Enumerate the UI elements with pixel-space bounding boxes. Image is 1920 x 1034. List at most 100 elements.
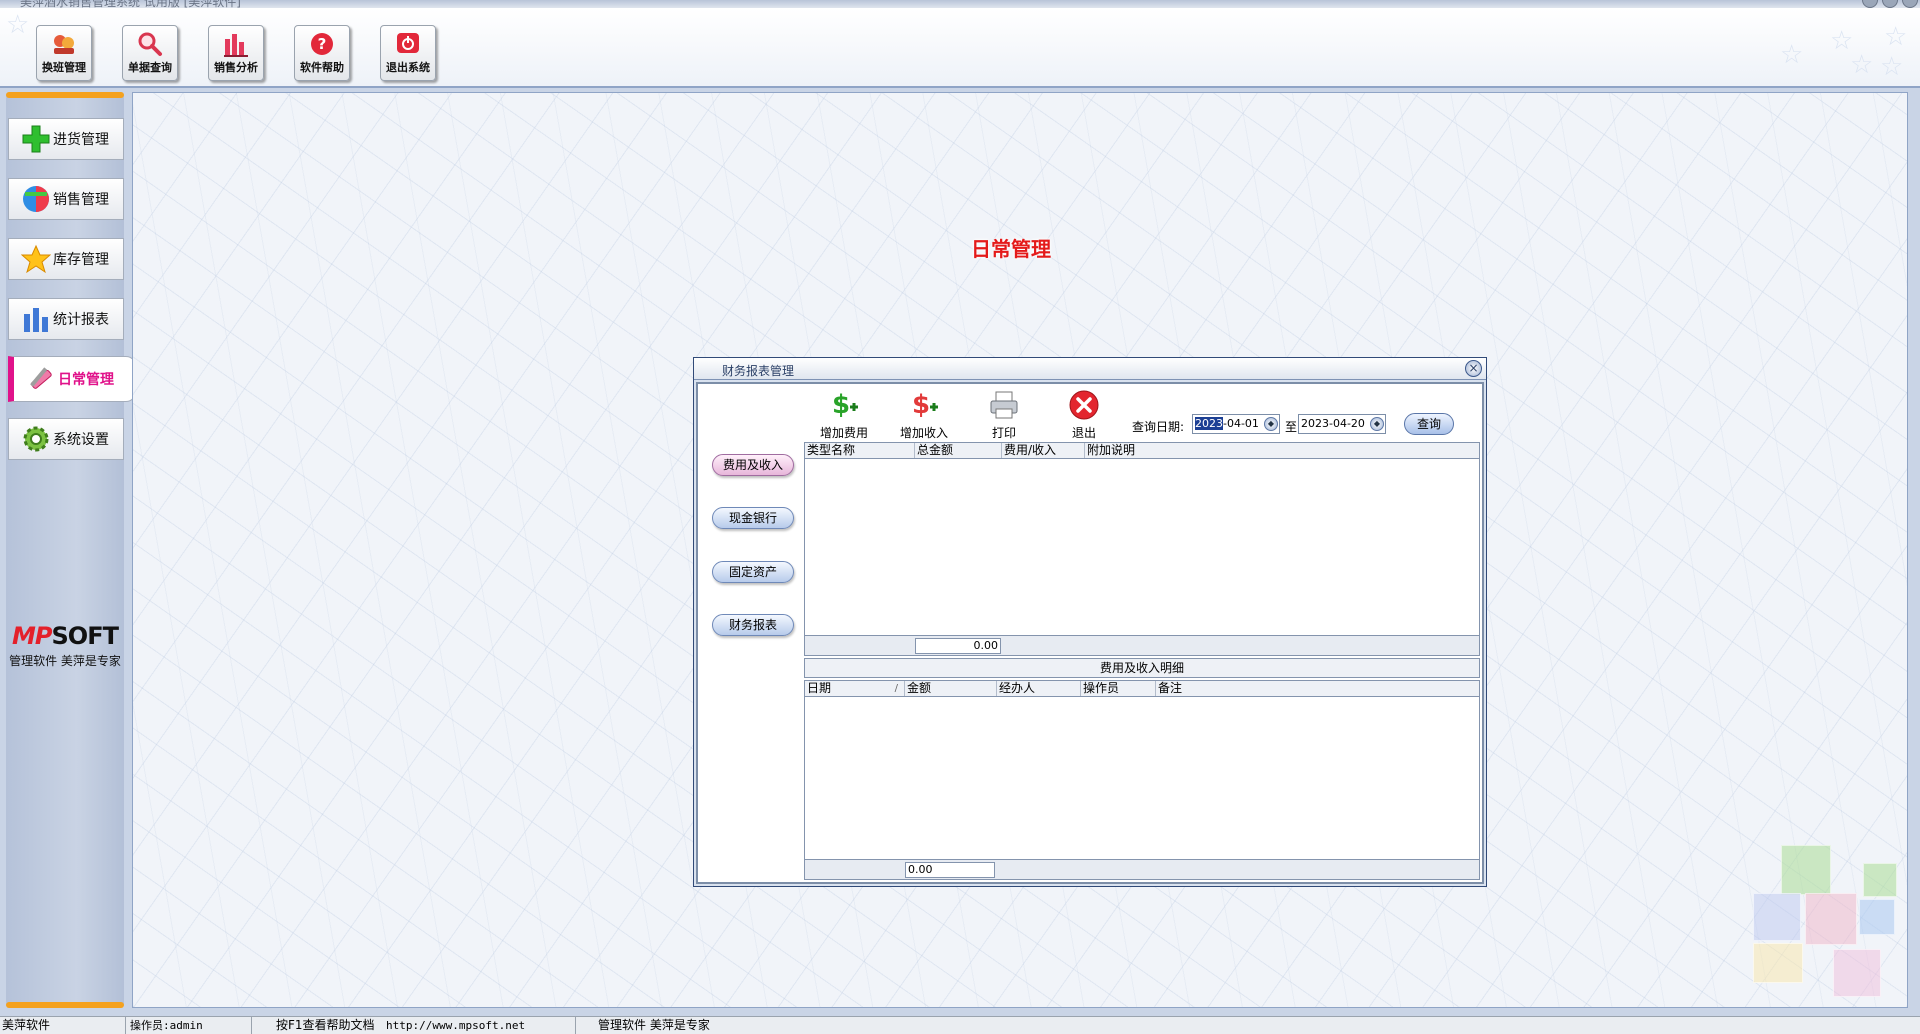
query-button[interactable]: 查询 xyxy=(1404,413,1454,435)
dialog-title: 财务报表管理 xyxy=(722,364,795,378)
print-label: 打印 xyxy=(991,426,1016,440)
sidebar-item-sales[interactable]: 销售管理 xyxy=(8,178,124,220)
bar-chart-icon xyxy=(21,304,51,334)
close-window-icon[interactable] xyxy=(1902,0,1918,8)
add-expense-button[interactable]: $ 增加费用 xyxy=(816,388,872,442)
tools-icon xyxy=(26,364,56,394)
exit-system-button[interactable]: 退出系统 xyxy=(380,25,436,81)
date-spinner-icon[interactable]: ◆ xyxy=(1264,417,1278,431)
summary-grid[interactable]: 类型名称 总金额 费用/收入 附加说明 0.00 xyxy=(804,442,1480,656)
sort-indicator-icon: / xyxy=(894,683,898,694)
column-header[interactable]: 备注 xyxy=(1156,681,1479,696)
help-icon: ? xyxy=(307,31,337,57)
status-help: 按F1查看帮助文档 xyxy=(276,1018,375,1032)
exit-dialog-label: 退出 xyxy=(1071,426,1096,440)
power-icon xyxy=(393,31,423,57)
column-header[interactable]: 类型名称 xyxy=(805,443,915,458)
column-header[interactable]: 金额 xyxy=(905,681,997,696)
finance-report-dialog: 财务报表管理 × $ 增加费用 $ 增加收入 打印 退出 查询日期: 2023-… xyxy=(693,357,1487,887)
detail-grid[interactable]: 日期 / 金额 经办人 操作员 备注 0.00 xyxy=(804,680,1480,880)
magnifier-icon xyxy=(135,31,165,57)
sidebar-item-settings[interactable]: 系统设置 xyxy=(8,418,124,460)
bar-chart-icon xyxy=(221,31,251,57)
minimize-icon[interactable] xyxy=(1862,0,1878,8)
close-icon[interactable]: × xyxy=(1465,360,1482,377)
fixed-assets-button[interactable]: 固定资产 xyxy=(712,561,794,583)
end-date-value: 2023-04-20 xyxy=(1301,417,1365,430)
column-header[interactable]: 总金额 xyxy=(915,443,1002,458)
window-title: 美萍酒水销售管理系统 试用版 [美萍软件] xyxy=(20,0,241,8)
sales-analysis-button[interactable]: 销售分析 xyxy=(208,25,264,81)
summary-grid-header: 类型名称 总金额 费用/收入 附加说明 xyxy=(805,443,1479,459)
sidebar-top-accent xyxy=(6,92,124,98)
window-title-bar: 美萍酒水销售管理系统 试用版 [美萍软件] xyxy=(0,0,1920,8)
section-title: 日常管理 xyxy=(971,237,1051,261)
document-query-button[interactable]: 单据查询 xyxy=(122,25,178,81)
add-expense-label: 增加费用 xyxy=(819,426,868,440)
detail-grid-header: 日期 / 金额 经办人 操作员 备注 xyxy=(805,681,1479,697)
sidebar-item-label: 销售管理 xyxy=(53,192,109,208)
column-header[interactable]: 经办人 xyxy=(997,681,1081,696)
cash-bank-button[interactable]: 现金银行 xyxy=(712,507,794,529)
globe-icon xyxy=(21,184,51,214)
status-slogan: 管理软件 美萍是专家 xyxy=(598,1018,710,1032)
money-income-icon: $ xyxy=(907,388,941,422)
detail-total: 0.00 xyxy=(905,862,995,878)
mpsoft-logo: MPSOFT xyxy=(12,622,119,650)
sidebar: 进货管理 销售管理 库存管理 统计报表 日常管理 系统设置 MPSOFT 管理软… xyxy=(6,92,136,1008)
main-workspace: 日常管理 财务报表管理 × $ 增加费用 $ 增加收入 打印 退出 查询日期: … xyxy=(132,92,1908,1008)
plus-icon xyxy=(21,124,51,154)
detail-section-title: 费用及收入明细 xyxy=(804,658,1480,678)
status-bar: 美萍软件 操作员:admin 按F1查看帮助文档 http://www.mpso… xyxy=(0,1016,1920,1034)
status-url[interactable]: http://www.mpsoft.net xyxy=(384,1017,576,1034)
document-query-label: 单据查询 xyxy=(128,61,172,74)
detail-grid-footer: 0.00 xyxy=(805,859,1479,879)
main-toolbar: ☆ ☆ ☆ ☆ ☆ ☆ 换班管理 单据查询 销售分析 ? 软件帮助 退出系统 xyxy=(0,8,1920,88)
end-date-input[interactable]: 2023-04-20 ◆ xyxy=(1298,414,1386,434)
svg-text:$: $ xyxy=(912,390,930,420)
sidebar-item-label: 系统设置 xyxy=(53,432,109,448)
sidebar-item-reports[interactable]: 统计报表 xyxy=(8,298,124,340)
summary-grid-footer: 0.00 xyxy=(805,635,1479,655)
print-button[interactable]: 打印 xyxy=(976,388,1032,442)
printer-icon xyxy=(987,388,1021,422)
sidebar-item-label: 进货管理 xyxy=(53,132,109,148)
close-red-icon xyxy=(1067,388,1101,422)
column-header[interactable]: 费用/收入 xyxy=(1002,443,1085,458)
sidebar-item-label: 统计报表 xyxy=(53,312,109,328)
sidebar-item-label: 日常管理 xyxy=(58,372,114,388)
dialog-title-bar[interactable]: 财务报表管理 × xyxy=(694,358,1486,380)
column-header[interactable]: 日期 / xyxy=(805,681,905,696)
start-date-input[interactable]: 2023-04-01 ◆ xyxy=(1192,414,1280,434)
star-decoration-icon: ☆ xyxy=(1884,22,1908,52)
add-income-button[interactable]: $ 增加收入 xyxy=(896,388,952,442)
maximize-icon[interactable] xyxy=(1882,0,1898,8)
sidebar-item-purchase[interactable]: 进货管理 xyxy=(8,118,124,160)
star-decoration-icon: ☆ xyxy=(6,10,30,40)
shift-management-label: 换班管理 xyxy=(42,61,86,74)
software-help-button[interactable]: ? 软件帮助 xyxy=(294,25,350,81)
status-company: 美萍软件 xyxy=(0,1017,126,1034)
summary-total: 0.00 xyxy=(915,638,1001,654)
status-operator: 操作员:admin xyxy=(128,1017,252,1034)
column-header[interactable]: 附加说明 xyxy=(1085,443,1479,458)
sidebar-item-inventory[interactable]: 库存管理 xyxy=(8,238,124,280)
date-spinner-icon[interactable]: ◆ xyxy=(1370,417,1384,431)
svg-text:?: ? xyxy=(318,35,327,53)
shift-icon xyxy=(49,31,79,57)
brand-logo: MPSOFT 管理软件 美萍是专家 xyxy=(6,622,124,669)
star-decoration-icon: ☆ xyxy=(1780,40,1804,70)
star-icon xyxy=(21,244,51,274)
star-decoration-icon: ☆ xyxy=(1850,50,1874,80)
dialog-body: $ 增加费用 $ 增加收入 打印 退出 查询日期: 2023-04-01 ◆ 至… xyxy=(696,382,1484,884)
date-to-label: 至 xyxy=(1285,420,1298,434)
expense-income-button[interactable]: 费用及收入 xyxy=(712,454,794,476)
software-help-label: 软件帮助 xyxy=(300,61,344,74)
star-decoration-icon: ☆ xyxy=(1880,52,1904,82)
column-header[interactable]: 操作员 xyxy=(1081,681,1156,696)
sidebar-item-daily[interactable]: 日常管理 xyxy=(8,356,136,402)
exit-dialog-button[interactable]: 退出 xyxy=(1056,388,1112,442)
financial-report-button[interactable]: 财务报表 xyxy=(712,614,794,636)
shift-management-button[interactable]: 换班管理 xyxy=(36,25,92,81)
start-date-year: 2023 xyxy=(1195,417,1223,430)
